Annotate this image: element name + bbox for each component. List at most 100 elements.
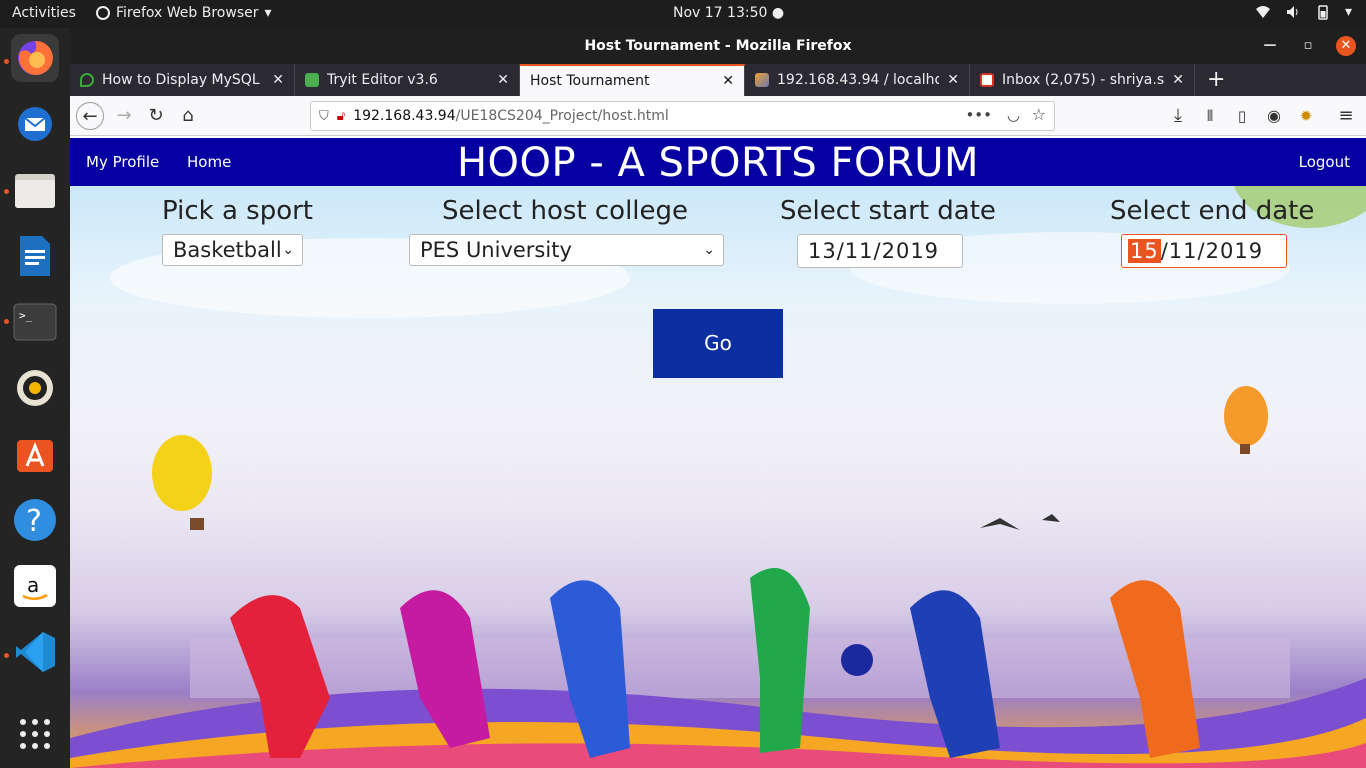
- wifi-icon: [1255, 6, 1270, 18]
- sport-label: Pick a sport: [162, 196, 313, 226]
- end-date-rest: /11/2019: [1160, 239, 1264, 263]
- notification-dot-icon: ●: [771, 5, 785, 21]
- account-icon[interactable]: ◉: [1260, 102, 1288, 130]
- running-indicator: [4, 319, 9, 324]
- extension-icon[interactable]: ✹: [1292, 102, 1320, 130]
- start-date-label: Select start date: [780, 196, 996, 226]
- window-title: Host Tournament - Mozilla Firefox: [584, 38, 852, 54]
- sports-background-illustration: [70, 138, 1366, 768]
- menu-hamburger-icon[interactable]: ≡: [1332, 102, 1360, 130]
- vscode-icon: [16, 632, 55, 672]
- terminal-icon: >_: [13, 303, 57, 341]
- tab-strip: How to Display MySQL T ✕ Tryit Editor v3…: [70, 64, 1366, 96]
- leaf-icon: [80, 73, 94, 87]
- folder-icon: [15, 174, 55, 208]
- back-button[interactable]: ←: [76, 102, 104, 130]
- w3schools-icon: [305, 73, 319, 87]
- tab-title: Host Tournament: [530, 73, 650, 89]
- clock-label: Nov 17 13:50: [673, 5, 768, 21]
- chevron-down-icon: ⌄: [703, 242, 715, 258]
- firefox-window: Host Tournament - Mozilla Firefox — ▫ ✕ …: [70, 28, 1366, 768]
- sidebar-icon[interactable]: ▯: [1228, 102, 1256, 130]
- dock-thunderbird[interactable]: [11, 100, 59, 148]
- college-label: Select host college: [442, 196, 689, 226]
- bookmark-star-icon[interactable]: ☆: [1032, 105, 1046, 124]
- svg-text:?: ?: [26, 504, 42, 539]
- start-date-value: 13/11/2019: [808, 239, 940, 263]
- dock: >_ ? a: [0, 28, 70, 768]
- library-icon[interactable]: ⫴: [1196, 102, 1224, 130]
- close-tab-icon[interactable]: ✕: [1172, 72, 1184, 88]
- url-text[interactable]: 192.168.43.94/UE18CS204_Project/host.htm…: [353, 108, 669, 124]
- dock-rhythmbox[interactable]: [11, 364, 59, 412]
- tab-title: How to Display MySQL T: [102, 72, 265, 88]
- dock-vscode[interactable]: [11, 628, 59, 676]
- college-select-value: PES University: [420, 238, 572, 262]
- tab-title: Inbox (2,075) - shriya.sha: [1002, 72, 1165, 88]
- end-date-day-segment[interactable]: 15: [1128, 239, 1161, 263]
- minimize-button[interactable]: —: [1260, 36, 1280, 56]
- web-page: My Profile Home HOOP - A SPORTS FORUM Lo…: [70, 138, 1366, 768]
- tab-gmail[interactable]: Inbox (2,075) - shriya.sha ✕: [970, 64, 1195, 96]
- reload-button[interactable]: ↻: [142, 102, 170, 130]
- shield-icon[interactable]: ⛉: [319, 109, 329, 124]
- software-center-icon: [17, 440, 53, 472]
- window-titlebar: Host Tournament - Mozilla Firefox — ▫ ✕: [70, 28, 1366, 64]
- url-bar[interactable]: ⛉ 🔓︎ 192.168.43.94/UE18CS204_Project/hos…: [310, 101, 1055, 131]
- url-path: /UE18CS204_Project/host.html: [455, 108, 669, 124]
- dock-firefox[interactable]: [11, 34, 59, 82]
- navigation-toolbar: ← → ↻ ⌂ ⛉ 🔓︎ 192.168.43.94/UE18CS204_Pro…: [70, 96, 1366, 136]
- maximize-button[interactable]: ▫: [1298, 36, 1318, 56]
- running-indicator: [4, 59, 9, 64]
- activities-button[interactable]: Activities: [12, 5, 76, 21]
- tab-mysql[interactable]: How to Display MySQL T ✕: [70, 64, 295, 96]
- thunderbird-icon: [18, 107, 52, 141]
- home-button[interactable]: ⌂: [174, 102, 202, 130]
- go-button[interactable]: Go: [653, 309, 783, 378]
- dock-software[interactable]: [11, 430, 59, 478]
- tab-phpmyadmin[interactable]: 192.168.43.94 / localhost ✕: [745, 64, 970, 96]
- running-indicator: [4, 189, 9, 194]
- close-tab-icon[interactable]: ✕: [947, 72, 959, 88]
- pocket-icon[interactable]: ◡: [1007, 106, 1020, 124]
- dock-terminal[interactable]: >_: [11, 298, 59, 346]
- dock-files[interactable]: [11, 166, 59, 214]
- clock[interactable]: Nov 17 13:50 ●: [673, 5, 784, 21]
- new-tab-button[interactable]: +: [1195, 64, 1237, 96]
- tab-tryit[interactable]: Tryit Editor v3.6 ✕: [295, 64, 520, 96]
- chevron-down-icon: ⌄: [282, 242, 294, 258]
- insecure-lock-icon[interactable]: 🔓︎: [337, 109, 345, 124]
- close-window-button[interactable]: ✕: [1336, 36, 1356, 56]
- svg-text:>_: >_: [19, 309, 33, 322]
- downloads-icon[interactable]: ⤓: [1164, 102, 1192, 130]
- running-indicator: [4, 653, 9, 658]
- sport-select-value: Basketball: [173, 238, 282, 262]
- chevron-down-icon: ▾: [264, 5, 272, 21]
- dock-amazon[interactable]: a: [11, 562, 59, 610]
- system-top-bar: Activities Firefox Web Browser ▾ Nov 17 …: [0, 0, 1366, 28]
- logout-link[interactable]: Logout: [1299, 153, 1350, 171]
- site-heading: HOOP - A SPORTS FORUM: [456, 140, 980, 186]
- forward-button[interactable]: →: [110, 102, 138, 130]
- close-tab-icon[interactable]: ✕: [272, 72, 284, 88]
- close-tab-icon[interactable]: ✕: [722, 73, 734, 89]
- volume-icon: [1286, 6, 1298, 18]
- close-tab-icon[interactable]: ✕: [497, 72, 509, 88]
- tab-host-tournament[interactable]: Host Tournament ✕: [520, 64, 745, 96]
- speaker-icon: [17, 370, 53, 406]
- phpmyadmin-icon: [755, 73, 769, 87]
- amazon-icon: a: [14, 565, 56, 607]
- end-date-input[interactable]: 15/11/2019: [1121, 234, 1287, 268]
- dock-writer[interactable]: [11, 232, 59, 280]
- page-actions-icon[interactable]: •••: [965, 106, 992, 124]
- sport-select[interactable]: Basketball ⌄: [162, 234, 303, 266]
- dock-help[interactable]: ?: [11, 496, 59, 544]
- document-writer-icon: [20, 236, 50, 276]
- system-tray[interactable]: ▾: [1255, 4, 1352, 20]
- start-date-input[interactable]: 13/11/2019: [797, 234, 963, 268]
- firefox-icon: [18, 40, 53, 75]
- college-select[interactable]: PES University ⌄: [409, 234, 724, 266]
- app-menu[interactable]: Firefox Web Browser ▾: [96, 5, 272, 21]
- show-applications-button[interactable]: [11, 710, 59, 758]
- tab-title: 192.168.43.94 / localhost: [777, 72, 940, 88]
